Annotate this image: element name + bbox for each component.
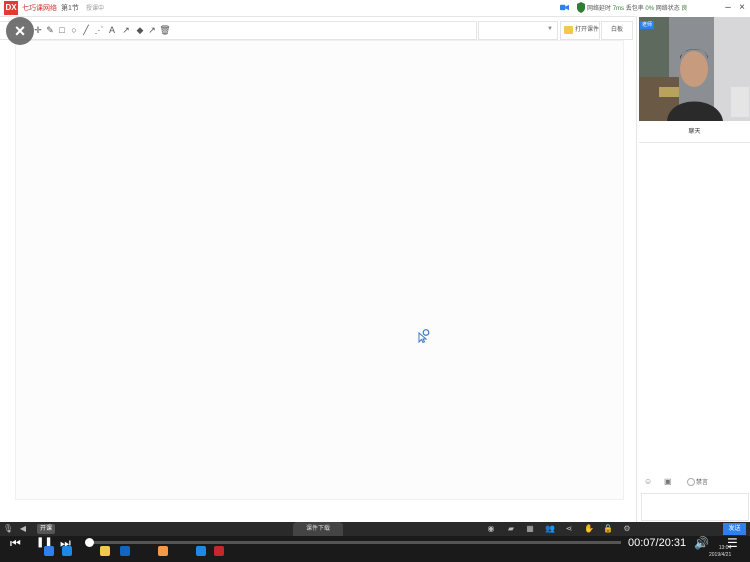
eraser-icon[interactable]: ◆	[134, 24, 146, 36]
minimize-button[interactable]: –	[722, 1, 734, 14]
chat-input[interactable]	[641, 493, 749, 521]
taskbar-edge-icon	[196, 546, 206, 556]
text-icon[interactable]: A	[106, 24, 118, 36]
close-overlay-button[interactable]: ×	[6, 17, 34, 45]
laser-icon[interactable]: ↗	[146, 24, 158, 36]
lesson-status: 授课中	[86, 6, 105, 12]
camera-icon[interactable]	[560, 3, 569, 12]
whiteboard-button[interactable]: 白板	[601, 21, 633, 40]
font-select[interactable]: ▼	[478, 21, 558, 40]
courseware-download-tab[interactable]: 课件下载	[293, 522, 343, 536]
shield-icon	[577, 2, 585, 13]
close-window-button[interactable]: ×	[736, 1, 748, 14]
mic-icon[interactable]: 🎙	[3, 524, 13, 534]
open-courseware-button[interactable]: 打开课件	[560, 21, 600, 40]
taskbar-ie-icon	[44, 546, 54, 556]
prev-button[interactable]: ⏮	[10, 536, 21, 550]
image-icon[interactable]: ▣	[664, 477, 673, 486]
taskbar-folder-icon	[100, 546, 110, 556]
player-toolbar: 🎙 ◀ 开课 课件下载 ◉ ▰ ▦ 👥 ⋖ ✋ 🔒 ⚙ 发送	[0, 522, 750, 536]
volume-icon[interactable]: 🔊	[694, 536, 709, 550]
mute-checkbox[interactable]	[687, 478, 695, 486]
start-class-label[interactable]: 开课	[37, 524, 56, 534]
state-value: 良	[681, 6, 688, 12]
line-icon[interactable]: ╱	[80, 24, 92, 36]
mute-label: 禁言	[696, 480, 709, 486]
share-icon[interactable]: ⋖	[564, 524, 574, 534]
loss-value: 0%	[645, 6, 655, 12]
send-button[interactable]: 发送	[723, 523, 746, 535]
ellipse-icon[interactable]: ○	[68, 24, 80, 36]
progress-bar[interactable]	[85, 538, 621, 547]
taskbar-media-icon	[158, 546, 168, 556]
taskbar-red-icon	[214, 546, 224, 556]
pen-icon[interactable]: ✎	[44, 24, 56, 36]
latency-value: 7ms	[612, 6, 625, 12]
tab-chat[interactable]: 聊天	[639, 122, 750, 143]
playback-time: 00:07/20:31	[628, 537, 687, 549]
title-bar: DX 七巧课网络 第1节 授课中 网络延时 7ms 丢包率 0% 网络状态 良 …	[0, 0, 750, 17]
clock-date: 2019/4/21	[709, 552, 732, 558]
delete-icon[interactable]: 🗑	[159, 24, 171, 36]
clock-time: 13:04	[718, 545, 732, 551]
chat-bubble-icon[interactable]: ▰	[506, 524, 516, 534]
state-label: 网络状态	[655, 6, 680, 12]
chevron-down-icon: ▼	[547, 26, 553, 32]
taskbar-clock: 13:04 2019/4/21	[709, 545, 731, 559]
latency-label: 网络延时	[587, 6, 612, 12]
settings-icon[interactable]: ⚙	[622, 524, 632, 534]
emoji-icon[interactable]: ☺	[644, 477, 653, 486]
speaker-icon[interactable]: ◀	[18, 524, 28, 534]
chat-tools: ☺ ▣ 禁言	[639, 474, 750, 490]
video-badge: 老师	[640, 21, 655, 29]
teacher-video: 老师	[639, 17, 750, 121]
hand-icon[interactable]: ✋	[584, 524, 594, 534]
folder-icon	[564, 26, 573, 34]
grid-icon[interactable]: ▦	[525, 524, 535, 534]
teacher-video-frame	[639, 17, 750, 121]
arrow-icon[interactable]: ↗	[120, 24, 132, 36]
cursor-icon	[418, 329, 430, 343]
taskbar-doc-icon	[120, 546, 130, 556]
taskbar-app-icon	[62, 546, 72, 556]
rectangle-icon[interactable]: □	[56, 24, 68, 36]
app-name: 七巧课网络	[22, 5, 57, 12]
network-status: 网络延时 7ms 丢包率 0% 网络状态 良	[587, 3, 687, 12]
loss-label: 丢包率	[625, 6, 644, 12]
users-icon[interactable]: 👥	[545, 524, 555, 534]
section-label: 第1节	[61, 5, 79, 12]
player-bar: 🎙 ◀ 开课 课件下载 ◉ ▰ ▦ 👥 ⋖ ✋ 🔒 ⚙ 发送 ⏮ ❚❚ ⏭ 00…	[0, 522, 750, 562]
dashed-line-icon[interactable]: ⋰	[93, 24, 105, 36]
whiteboard-canvas[interactable]	[15, 40, 624, 500]
right-panel: 老师 聊天 ☺ ▣ 禁言	[636, 16, 750, 522]
whiteboard-toolbar: ✛ ✎ □ ○ ╱ ⋰ A ↗ ◆ ↗ 🗑	[0, 21, 477, 40]
lock-icon[interactable]: 🔒	[603, 524, 613, 534]
open-courseware-label: 打开课件	[575, 27, 600, 33]
progress-knob[interactable]	[85, 538, 95, 547]
record-icon[interactable]: ◉	[486, 524, 496, 534]
app-logo: DX	[4, 1, 18, 15]
